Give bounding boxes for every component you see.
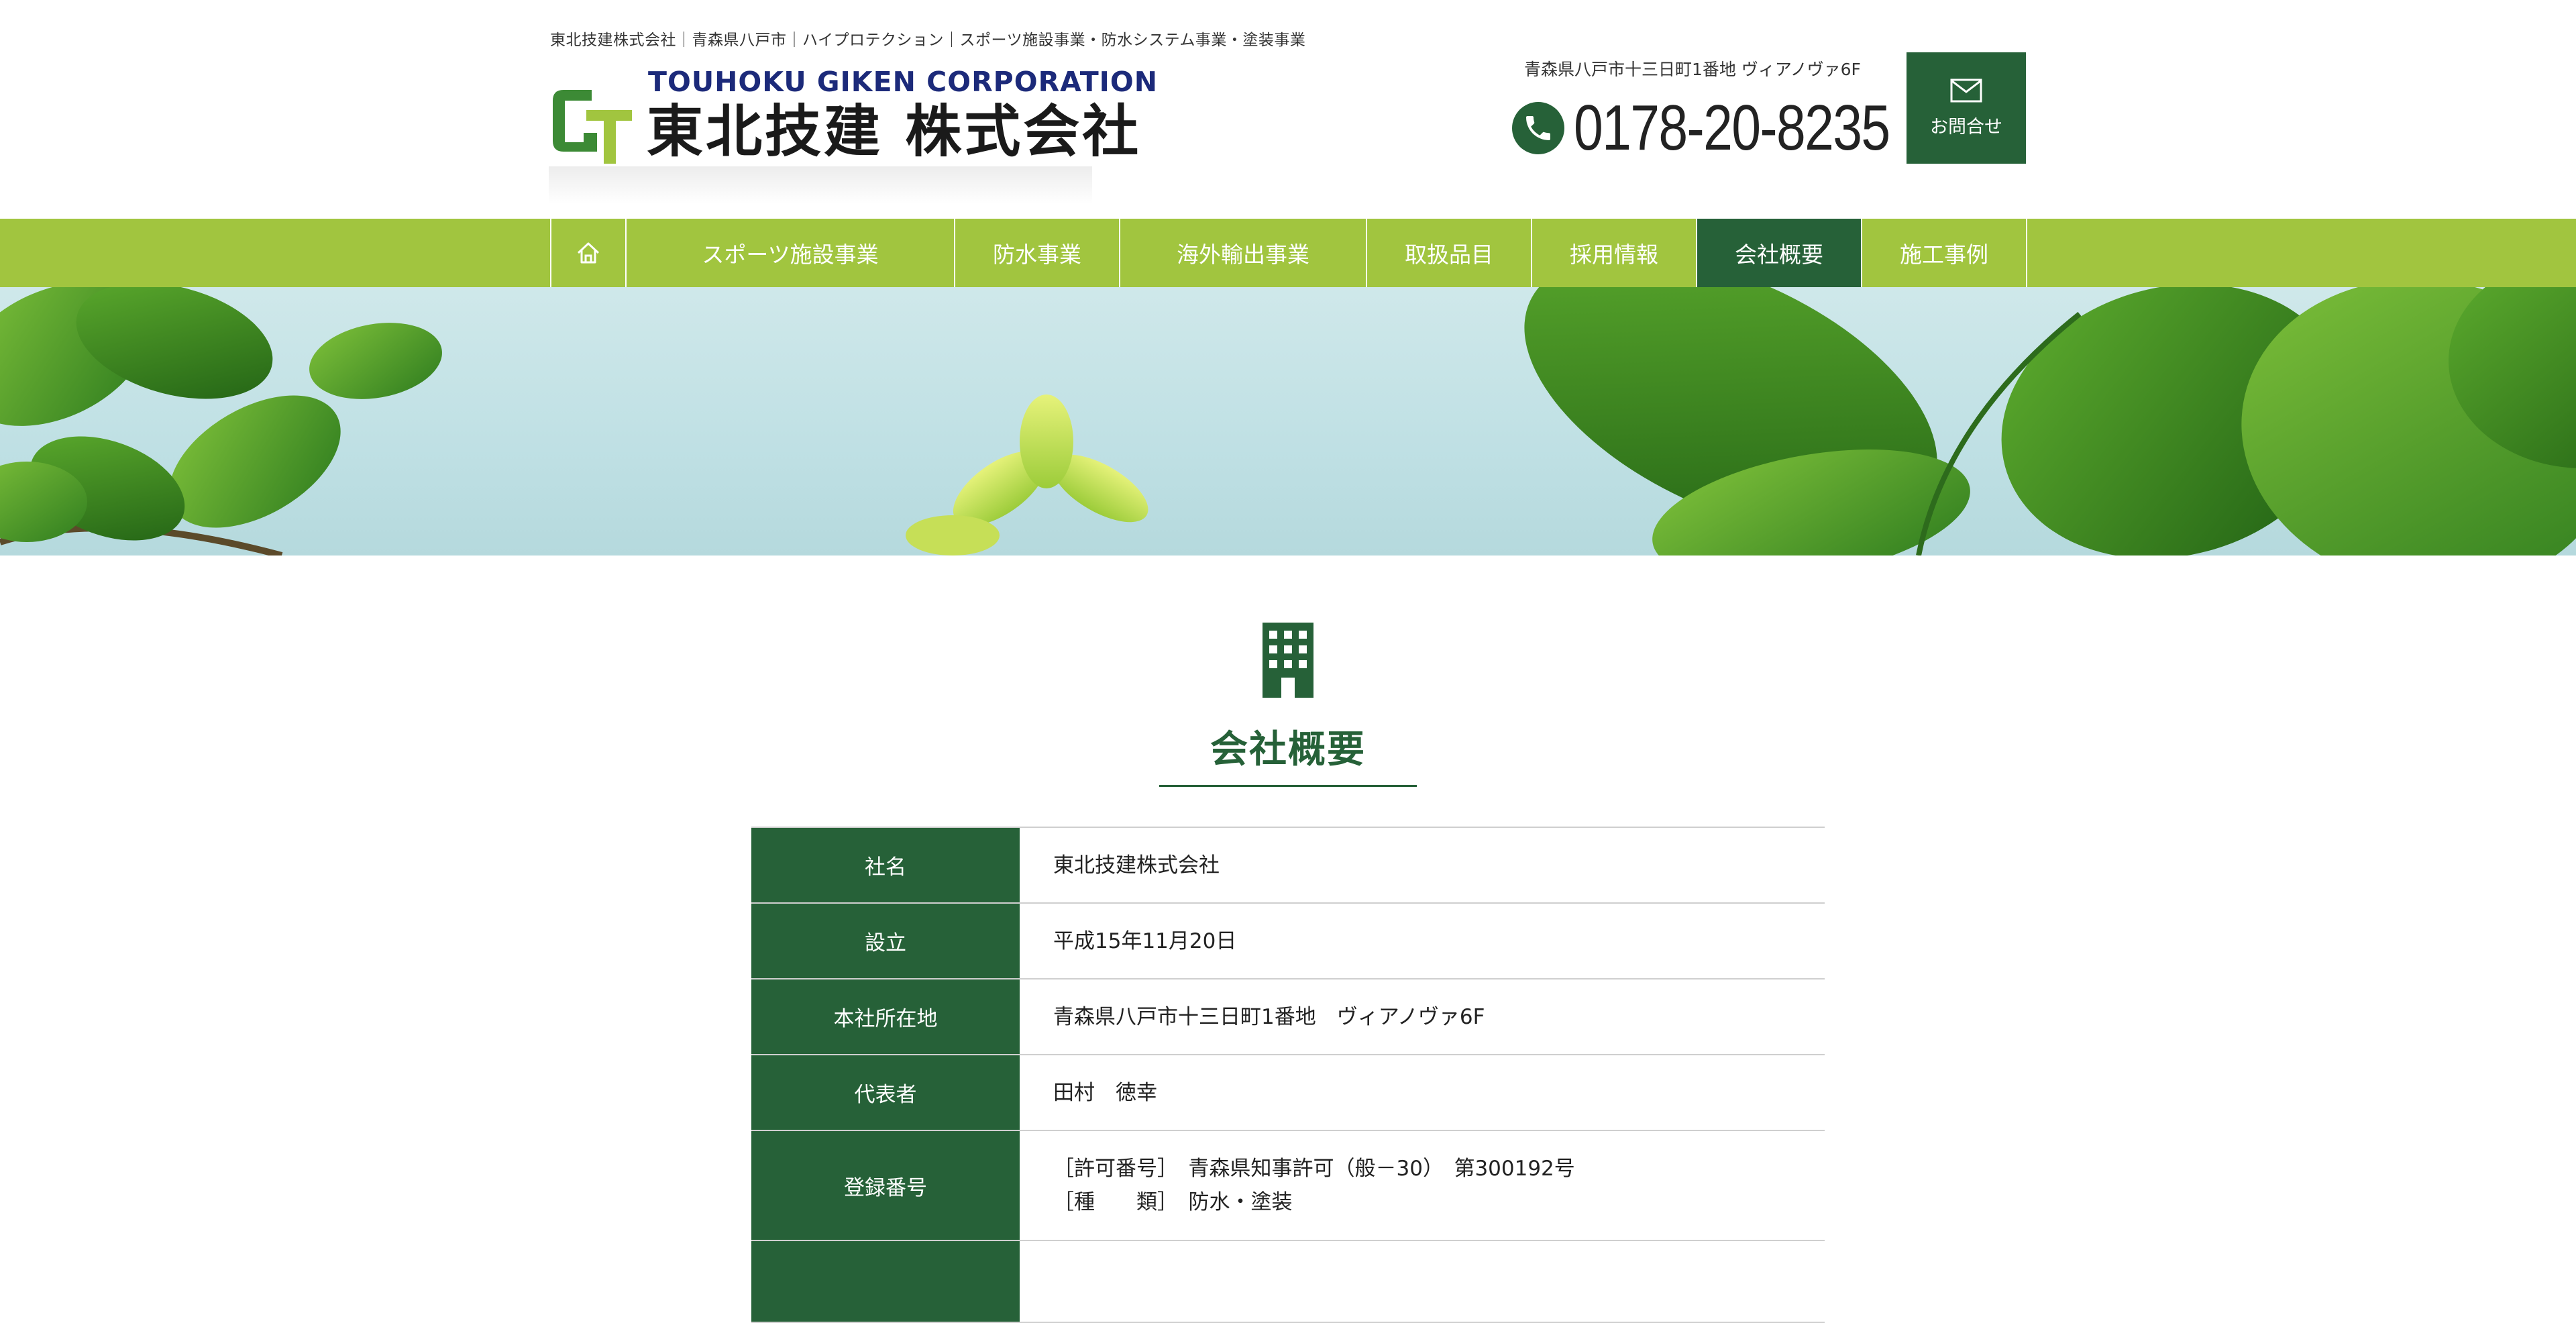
nav-home[interactable] [551,219,627,287]
row-value-line: ［種 類］ 防水・塗装 [1053,1190,1293,1214]
table-row [751,1241,1825,1323]
nav-products[interactable]: 取扱品目 [1367,219,1532,287]
building-icon [1263,623,1313,698]
mail-icon [1950,78,1982,102]
leaves-image [0,287,2576,555]
header-address: 青森県八戸市十三日町1番地 ヴィアノヴァ6F [1524,60,1861,79]
contact-button[interactable]: お問合せ [1907,52,2026,164]
nav-waterproofing[interactable]: 防水事業 [955,219,1120,287]
company-profile-table: 社名 東北技建株式会社 設立 平成15年11月20日 本社所在地 青森県八戸市十… [751,827,1825,1323]
row-value: 平成15年11月20日 [1020,904,1825,978]
table-row: 設立 平成15年11月20日 [751,904,1825,980]
contact-button-label: お問合せ [1930,116,2002,138]
nav-company-profile[interactable]: 会社概要 [1697,219,1862,287]
table-row: 社名 東北技建株式会社 [751,828,1825,904]
phone-icon [1512,102,1564,154]
nav-works[interactable]: 施工事例 [1862,219,2027,287]
page-title: 会社概要 [1210,728,1366,772]
logo-japanese-name: 東北技建 株式会社 [647,99,1142,164]
table-row: 本社所在地 青森県八戸市十三日町1番地 ヴィアノヴァ6F [751,980,1825,1055]
table-row: 代表者 田村 徳幸 [751,1055,1825,1131]
hero-banner [0,287,2576,555]
site-header: 東北技建株式会社｜青森県八戸市｜ハイプロテクション｜スポーツ施設事業・防水システ… [0,0,2576,219]
row-label: 代表者 [751,1055,1020,1130]
row-value [1020,1241,1825,1322]
row-value: 東北技建株式会社 [1020,828,1825,902]
row-label [751,1241,1020,1322]
site-tagline: 東北技建株式会社｜青森県八戸市｜ハイプロテクション｜スポーツ施設事業・防水システ… [550,32,1306,49]
row-value: ［許可番号］ 青森県知事許可（般－30） 第300192号 ［種 類］ 防水・塗… [1020,1131,1825,1240]
logo-english-name: TOUHOKU GIKEN CORPORATION [648,66,1159,98]
title-underline [1159,785,1417,787]
row-label: 社名 [751,828,1020,902]
nav-sports-facility[interactable]: スポーツ施設事業 [627,219,955,287]
phone-number: 0178-20-8235 [1574,92,1890,164]
row-value-line: 青森県八戸市十三日町1番地 ヴィアノヴァ6F [1053,1004,1485,1029]
site-logo[interactable]: TOUHOKU GIKEN CORPORATION 東北技建 株式会社 [549,66,1157,207]
row-value-line: 東北技建株式会社 [1053,853,1220,878]
row-value-line: 平成15年11月20日 [1053,929,1237,953]
nav-recruit[interactable]: 採用情報 [1532,219,1697,287]
row-value-line: 田村 徳幸 [1053,1080,1157,1105]
row-value: 田村 徳幸 [1020,1055,1825,1130]
main-nav-items: スポーツ施設事業 防水事業 海外輸出事業 取扱品目 採用情報 会社概要 施工事例 [550,219,2027,287]
logo-reflection [549,166,1092,204]
row-value: 青森県八戸市十三日町1番地 ヴィアノヴァ6F [1020,980,1825,1054]
row-label: 設立 [751,904,1020,978]
header-phone[interactable]: 0178-20-8235 [1512,91,1959,165]
home-icon [577,242,600,264]
main-nav: スポーツ施設事業 防水事業 海外輸出事業 取扱品目 採用情報 会社概要 施工事例 [0,219,2576,287]
table-row: 登録番号 ［許可番号］ 青森県知事許可（般－30） 第300192号 ［種 類］… [751,1131,1825,1241]
row-label: 本社所在地 [751,980,1020,1054]
logo-mark-icon [553,90,632,164]
row-label: 登録番号 [751,1131,1020,1240]
nav-overseas-export[interactable]: 海外輸出事業 [1120,219,1367,287]
row-value-line: ［許可番号］ 青森県知事許可（般－30） 第300192号 [1053,1157,1575,1181]
